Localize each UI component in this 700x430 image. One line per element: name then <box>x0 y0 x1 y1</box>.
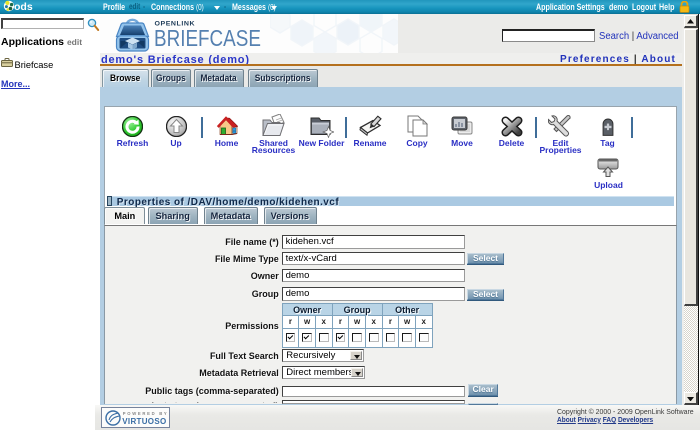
svg-text:ods: ods <box>14 1 33 13</box>
